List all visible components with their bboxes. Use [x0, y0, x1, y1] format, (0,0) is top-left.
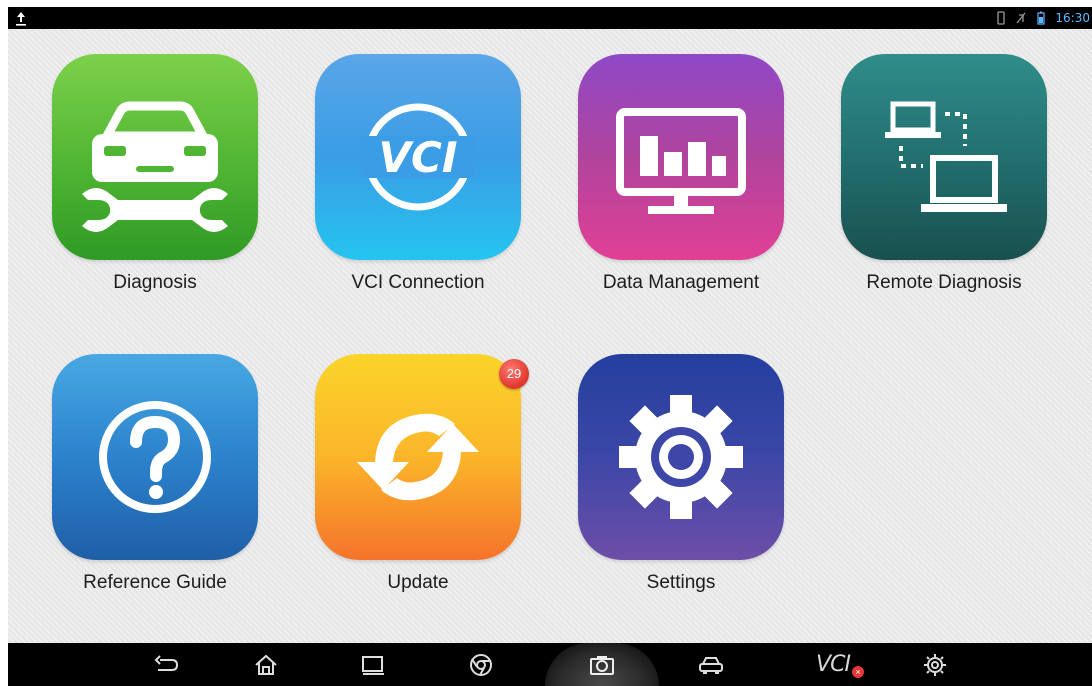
disconnected-icon: ×	[852, 666, 864, 678]
vci-status-label: VCI	[816, 652, 851, 677]
app-remote-diagnosis[interactable]: Remote Diagnosis	[834, 54, 1054, 294]
vci-connection-tile[interactable]: VCI	[315, 54, 521, 260]
app-reference-guide[interactable]: Reference Guide	[45, 354, 265, 594]
app-label: Remote Diagnosis	[866, 272, 1022, 293]
status-bar: 16:30	[8, 7, 1092, 29]
reference-guide-tile[interactable]	[52, 354, 258, 560]
monitor-chart-icon	[616, 108, 746, 214]
diagnosis-tile[interactable]	[52, 54, 258, 260]
laptops-icon	[885, 101, 1007, 212]
battery-icon	[1037, 11, 1046, 25]
vci-logo-text: VCI	[379, 133, 458, 182]
app-update[interactable]: 29 Update	[308, 354, 529, 594]
app-label: Settings	[646, 572, 716, 593]
settings-tile[interactable]	[578, 354, 784, 560]
recent-apps-button[interactable]	[348, 643, 398, 686]
vci-icon: VCI	[361, 103, 475, 211]
update-count-badge: 29	[499, 359, 529, 389]
navigation-bar: VCI ×	[8, 643, 1092, 686]
clock: 16:30	[1055, 11, 1090, 25]
signal-muted-icon	[1016, 12, 1026, 24]
app-vci-connection[interactable]: VCI VCI Connection	[308, 54, 528, 294]
home-button[interactable]	[241, 643, 291, 686]
gear-icon	[619, 395, 743, 519]
car-button[interactable]	[686, 643, 736, 686]
app-label: VCI Connection	[351, 272, 485, 293]
sync-arrows-icon	[357, 413, 479, 501]
app-data-management[interactable]: Data Management	[571, 54, 791, 294]
app-diagnosis[interactable]: Diagnosis	[45, 54, 265, 294]
camera-button[interactable]	[577, 643, 627, 686]
app-settings[interactable]: Settings	[571, 354, 791, 594]
car-icon	[699, 656, 723, 674]
app-label: Update	[387, 572, 449, 593]
app-label: Data Management	[602, 272, 760, 293]
browser-button[interactable]	[456, 643, 506, 686]
settings-icon	[924, 653, 946, 676]
data-management-tile[interactable]	[578, 54, 784, 260]
app-grid: Diagnosis VCI VCI Connection Data Manage…	[8, 29, 1092, 643]
car-wrench-icon	[82, 101, 228, 232]
vibrate-icon	[997, 11, 1006, 25]
remote-diagnosis-tile[interactable]	[841, 54, 1047, 260]
back-icon	[154, 654, 179, 671]
camera-icon	[590, 655, 614, 675]
upload-icon	[16, 12, 26, 26]
browser-icon	[470, 653, 492, 676]
update-tile[interactable]: 29	[315, 354, 529, 560]
vci-status-button[interactable]: VCI ×	[798, 643, 868, 686]
home-icon	[255, 654, 277, 675]
back-button[interactable]	[141, 643, 191, 686]
app-label: Reference Guide	[83, 572, 227, 593]
recent-apps-icon	[362, 655, 384, 675]
question-icon	[99, 401, 211, 513]
app-label: Diagnosis	[113, 272, 197, 293]
settings-button[interactable]	[910, 643, 960, 686]
